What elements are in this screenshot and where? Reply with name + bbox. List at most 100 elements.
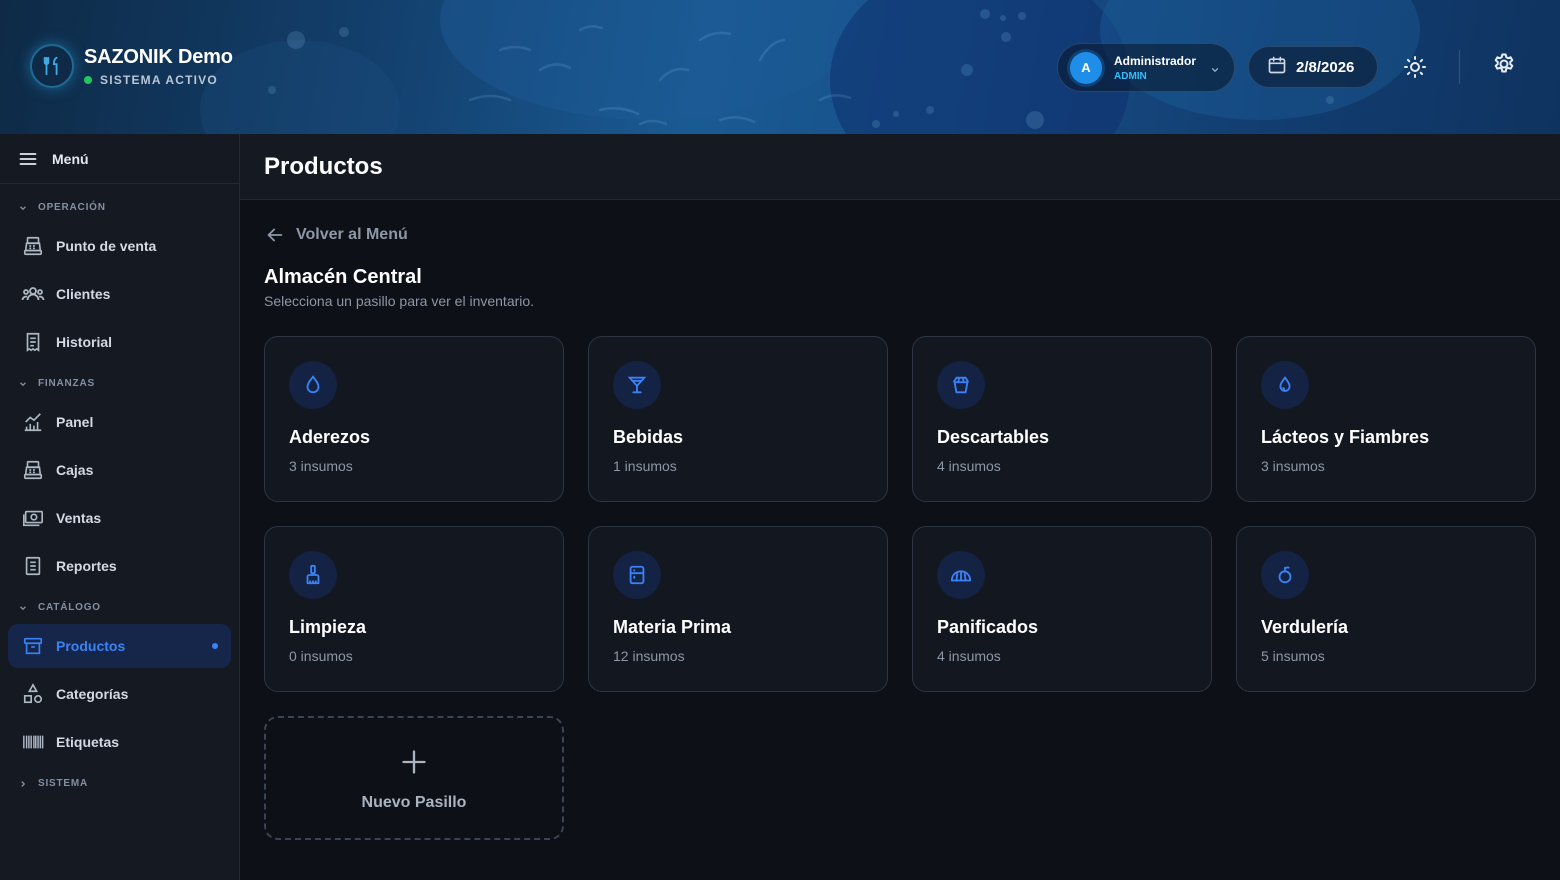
aisle-card-lacteos-y-fiambres[interactable]: Lácteos y Fiambres 3 insumos — [1236, 336, 1536, 502]
fridge-icon — [613, 551, 661, 599]
sidebar-item-etiquetas[interactable]: Etiquetas — [8, 720, 231, 764]
aisle-name: Limpieza — [289, 617, 367, 637]
aisle-count: 4 insumos — [937, 458, 1001, 474]
sidebar-item-punto-de-venta[interactable]: Punto de venta — [8, 224, 231, 268]
sidebar-item-label: Panel — [56, 414, 94, 430]
chart-icon — [21, 410, 45, 434]
milk-drop-icon — [1261, 361, 1309, 409]
section-label: FINANZAS — [38, 378, 95, 389]
warehouse-subtitle: Selecciona un pasillo para ver el invent… — [264, 293, 535, 309]
aisle-count: 4 insumos — [937, 648, 1001, 664]
avatar: A — [1070, 51, 1102, 84]
menu-toggle[interactable]: Menú — [0, 134, 239, 184]
aisle-name: Descartables — [937, 427, 1050, 447]
aisle-name: Lácteos y Fiambres — [1261, 427, 1430, 447]
sidebar-item-clientes[interactable]: Clientes — [8, 272, 231, 316]
user-role: ADMIN — [1114, 70, 1147, 82]
report-icon — [21, 554, 45, 578]
theme-toggle-button[interactable] — [1400, 52, 1430, 82]
status-dot — [84, 75, 92, 84]
aisle-name: Bebidas — [613, 427, 684, 447]
section-toggle-operacion[interactable]: OPERACIÓN — [18, 202, 106, 213]
bread-icon — [937, 551, 985, 599]
chevron-down-icon — [18, 379, 28, 389]
sidebar-item-panel[interactable]: Panel — [8, 400, 231, 444]
arrow-left-icon — [267, 228, 283, 242]
system-status-text: SISTEMA ACTIVO — [100, 72, 218, 87]
drop-icon — [289, 361, 337, 409]
register-icon — [21, 458, 45, 482]
date-button[interactable]: 2/8/2026 — [1248, 46, 1378, 88]
aisle-card-materia-prima[interactable]: Materia Prima 12 insumos — [588, 526, 888, 692]
section-label: SISTEMA — [38, 778, 89, 789]
new-aisle-label: Nuevo Pasillo — [361, 794, 467, 811]
sidebar-item-label: Ventas — [56, 510, 102, 526]
aisle-name: Verdulería — [1261, 617, 1349, 637]
aisle-card-limpieza[interactable]: Limpieza 0 insumos — [264, 526, 564, 692]
aisle-card-bebidas[interactable]: Bebidas 1 insumos — [588, 336, 888, 502]
sidebar-item-productos[interactable]: Productos — [8, 624, 231, 668]
aisle-count: 3 insumos — [1261, 458, 1325, 474]
aisle-count: 3 insumos — [289, 458, 353, 474]
chevron-down-icon — [18, 603, 28, 613]
chevron-down-icon — [1210, 62, 1220, 80]
sidebar-item-cajas[interactable]: Cajas — [8, 448, 231, 492]
register-icon — [21, 234, 45, 258]
aisle-count: 1 insumos — [613, 458, 677, 474]
takeout-box-icon — [937, 361, 985, 409]
section-toggle-catalogo[interactable]: CATÁLOGO — [18, 602, 101, 613]
aisle-card-panificados[interactable]: Panificados 4 insumos — [912, 526, 1212, 692]
aisle-count: 12 insumos — [613, 648, 685, 664]
gear-icon — [1494, 53, 1514, 73]
aisle-card-descartables[interactable]: Descartables 4 insumos — [912, 336, 1212, 502]
brand: SAZONIK Demo SISTEMA ACTIVO — [30, 44, 233, 88]
aisle-card-aderezos[interactable]: Aderezos 3 insumos — [264, 336, 564, 502]
section-label: OPERACIÓN — [38, 202, 106, 213]
sidebar-item-reportes[interactable]: Reportes — [8, 544, 231, 588]
barcode-icon — [21, 730, 45, 754]
sidebar-item-label: Categorías — [56, 686, 129, 702]
warehouse-title: Almacén Central — [264, 266, 422, 288]
sidebar-item-label: Clientes — [56, 286, 111, 302]
aisle-count: 0 insumos — [289, 648, 353, 664]
sidebar-item-label: Etiquetas — [56, 734, 120, 750]
aisle-name: Panificados — [937, 617, 1039, 637]
chevron-down-icon — [18, 203, 28, 213]
page-header: Productos — [240, 134, 1560, 200]
brand-title: SAZONIK Demo — [84, 45, 233, 68]
back-link-label: Volver al Menú — [296, 226, 408, 243]
plus-icon — [402, 750, 426, 774]
hamburger-icon — [19, 152, 37, 165]
apple-icon — [1261, 551, 1309, 599]
system-status: SISTEMA ACTIVO — [84, 73, 233, 87]
cocktail-icon — [613, 361, 661, 409]
sidebar-item-label: Cajas — [56, 462, 94, 478]
settings-button[interactable] — [1489, 49, 1519, 79]
sidebar-item-label: Punto de venta — [56, 238, 157, 254]
user-menu-button[interactable]: A Administrador ADMIN — [1057, 43, 1235, 92]
app-header: SAZONIK Demo SISTEMA ACTIVO A Administra… — [0, 0, 1560, 134]
section-toggle-finanzas[interactable]: FINANZAS — [18, 378, 95, 389]
shapes-icon — [21, 682, 45, 706]
menu-label: Menú — [52, 150, 89, 167]
aisle-name: Aderezos — [289, 427, 371, 447]
aisle-name: Materia Prima — [613, 617, 732, 637]
section-label: CATÁLOGO — [38, 602, 101, 613]
aisle-card-verduleria[interactable]: Verdulería 5 insumos — [1236, 526, 1536, 692]
sidebar-item-ventas[interactable]: Ventas — [8, 496, 231, 540]
section-toggle-sistema[interactable]: SISTEMA — [18, 778, 88, 789]
sidebar-item-categorias[interactable]: Categorías — [8, 672, 231, 716]
sidebar-item-historial[interactable]: Historial — [8, 320, 231, 364]
current-date: 2/8/2026 — [1296, 58, 1355, 76]
utensils-icon — [30, 44, 74, 88]
new-aisle-button[interactable]: Nuevo Pasillo — [264, 716, 564, 840]
back-to-menu-link[interactable]: Volver al Menú — [264, 224, 408, 246]
header-divider — [1459, 50, 1460, 84]
cash-icon — [21, 506, 45, 530]
aisle-count: 5 insumos — [1261, 648, 1325, 664]
brush-icon — [289, 551, 337, 599]
sidebar-item-label: Historial — [56, 334, 113, 350]
user-name: Administrador — [1114, 53, 1197, 68]
sidebar-item-label: Productos — [56, 638, 126, 654]
sidebar-item-label: Reportes — [56, 558, 117, 574]
